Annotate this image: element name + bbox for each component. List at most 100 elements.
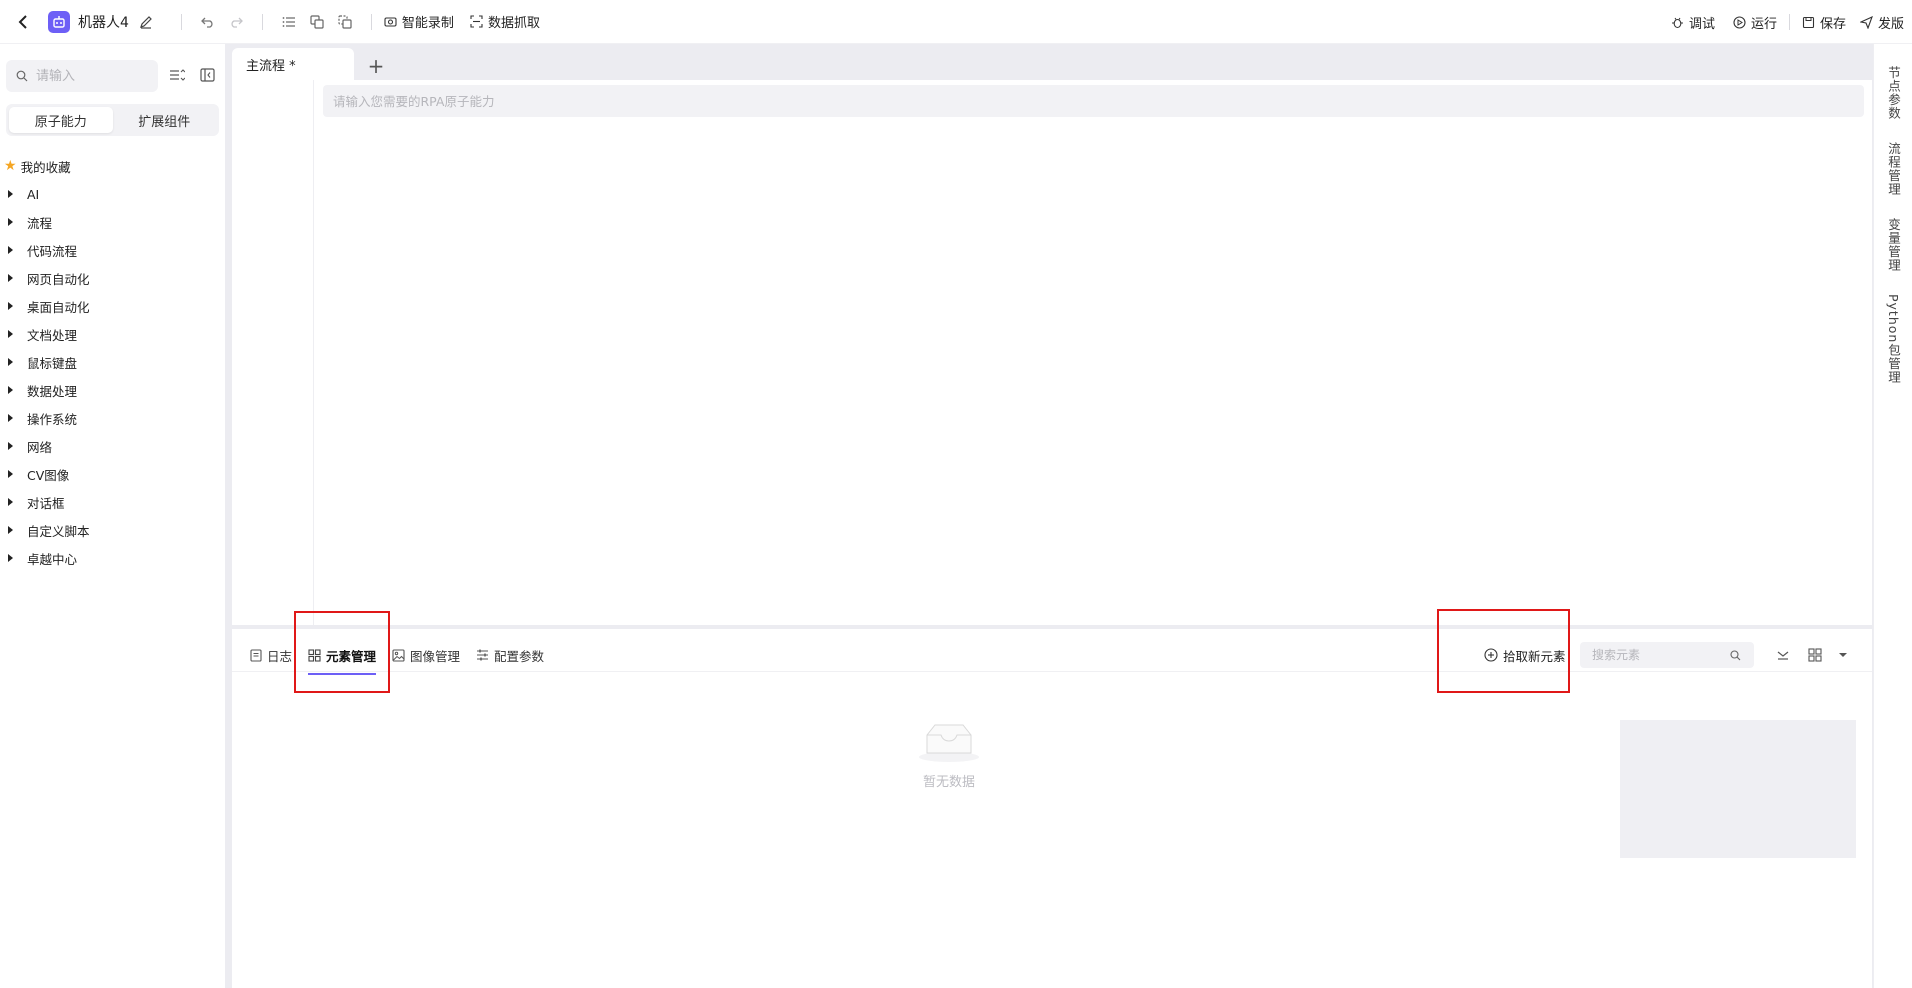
tree-item-label: 网页自动化 (27, 271, 90, 287)
tree-item[interactable]: 流程 (0, 208, 225, 236)
tree-item[interactable]: 卓越中心 (0, 544, 225, 572)
atom-tree: ★ 我的收藏 AI 流程 代码流程 网页自动化 桌面自动化 文档处理 鼠标键盘 … (0, 152, 225, 572)
copy-icon[interactable] (303, 8, 331, 36)
highlight-pick-button (1437, 609, 1570, 693)
empty-state-text: 暂无数据 (922, 775, 975, 790)
tree-item[interactable]: 网页自动化 (0, 264, 225, 292)
tree-item[interactable]: 自定义脚本 (0, 516, 225, 544)
atom-sidebar: 原子能力 扩展组件 ★ 我的收藏 AI 流程 代码流程 网页自动化 桌面自动化 … (0, 44, 225, 988)
debug-button[interactable]: 调试 (1671, 13, 1715, 32)
segment-extension[interactable]: 扩展组件 (113, 107, 217, 133)
caret-right-icon (8, 190, 13, 198)
caret-right-icon (8, 554, 13, 562)
run-label: 运行 (1750, 16, 1777, 32)
caret-right-icon (8, 274, 13, 282)
tab-config-params[interactable]: 配置参数 (476, 639, 544, 671)
favorites-item[interactable]: ★ 我的收藏 (0, 152, 225, 180)
collapse-sidebar-icon[interactable] (196, 64, 218, 86)
robot-avatar-icon (48, 10, 70, 33)
line-number-gutter (232, 80, 314, 625)
empty-state: 暂无数据 (894, 719, 1004, 790)
caret-right-icon (8, 498, 13, 506)
rail-python-packages[interactable]: Python包管理 (1874, 294, 1912, 384)
back-arrow-icon[interactable] (12, 10, 36, 34)
element-search[interactable] (1580, 642, 1754, 668)
tab-log[interactable]: 日志 (250, 639, 292, 671)
tree-item[interactable]: 桌面自动化 (0, 292, 225, 320)
tab-main-flow[interactable]: 主流程 * (232, 48, 354, 80)
rail-flow-management[interactable]: 流程管理 (1874, 142, 1912, 196)
sidebar-search-input[interactable] (34, 67, 144, 85)
element-search-input[interactable] (1590, 647, 1730, 663)
top-bar: 机器人4 智能录制 数据抓取 调试 运行 保存 发版 (0, 0, 1912, 44)
tree-item[interactable]: 文档处理 (0, 320, 225, 348)
save-icon (1802, 16, 1815, 28)
tree-item[interactable]: 操作系统 (0, 404, 225, 432)
tree-item-label: 桌面自动化 (27, 299, 90, 315)
tree-item[interactable]: 网络 (0, 432, 225, 460)
search-icon (1730, 649, 1741, 660)
tree-item-label: CV图像 (27, 467, 70, 483)
segment-atom[interactable]: 原子能力 (9, 107, 113, 133)
robot-name: 机器人4 (78, 14, 129, 31)
tab-log-label: 日志 (267, 648, 293, 664)
element-preview-area (1620, 720, 1856, 858)
run-button[interactable]: 运行 (1733, 13, 1777, 32)
flow-tab-bar: 主流程 * + (232, 48, 390, 80)
divider (261, 13, 263, 30)
tree-item[interactable]: 鼠标键盘 (0, 348, 225, 376)
data-scrape-button[interactable]: 数据抓取 (470, 12, 540, 31)
caret-down-icon[interactable] (1832, 644, 1854, 666)
tree-item[interactable]: 对话框 (0, 488, 225, 516)
smart-record-button[interactable]: 智能录制 (384, 12, 454, 31)
top-bar-left: 机器人4 智能录制 数据抓取 (0, 0, 540, 43)
star-icon: ★ (4, 158, 17, 174)
right-rail: 节点参数 流程管理 变量管理 Python包管理 (1873, 44, 1912, 988)
flow-canvas[interactable] (232, 80, 1872, 625)
bottom-tabs-divider (232, 671, 1872, 672)
sidebar-search[interactable] (6, 60, 158, 92)
caret-right-icon (8, 358, 13, 366)
caret-right-icon (8, 442, 13, 450)
favorites-label: 我的收藏 (20, 159, 71, 175)
camera-icon (384, 17, 397, 27)
save-button[interactable]: 保存 (1802, 13, 1846, 32)
tree-item[interactable]: 数据处理 (0, 376, 225, 404)
tree-item-label: 自定义脚本 (27, 523, 90, 539)
publish-label: 发版 (1877, 16, 1904, 32)
divider (180, 13, 182, 30)
tree-item-label: 数据处理 (27, 383, 78, 399)
tree-item-label: 对话框 (27, 495, 65, 511)
tree-item[interactable]: 代码流程 (0, 236, 225, 264)
atom-search-input[interactable] (323, 85, 1864, 117)
scan-icon (470, 15, 483, 28)
tree-item-label: AI (27, 186, 40, 202)
top-bar-right: 调试 运行 保存 发版 (1653, 0, 1904, 44)
tree-item-label: 网络 (27, 439, 53, 455)
edit-name-icon[interactable] (139, 15, 153, 29)
caret-right-icon (8, 386, 13, 394)
minimize-panel-icon[interactable] (1772, 644, 1794, 666)
undo-icon[interactable] (194, 8, 222, 36)
add-tab-button[interactable]: + (362, 52, 390, 80)
tab-image-management[interactable]: 图像管理 (392, 639, 460, 671)
search-icon (16, 70, 28, 82)
image-icon (392, 648, 405, 662)
tree-item[interactable]: CV图像 (0, 460, 225, 488)
debug-label: 调试 (1688, 16, 1715, 32)
rail-node-params[interactable]: 节点参数 (1874, 66, 1912, 120)
tree-item[interactable]: AI (0, 180, 225, 208)
layout-grid-icon[interactable] (1804, 644, 1826, 666)
smart-record-label: 智能录制 (401, 16, 454, 31)
rail-node-params-label: 节点参数 (1886, 66, 1901, 120)
caret-right-icon (8, 302, 13, 310)
collapse-tree-icon[interactable] (166, 64, 188, 86)
publish-button[interactable]: 发版 (1859, 13, 1904, 32)
caret-right-icon (8, 330, 13, 338)
rail-python-packages-label: Python包管理 (1886, 294, 1901, 384)
rail-variable-management[interactable]: 变量管理 (1874, 218, 1912, 272)
redo-icon[interactable] (222, 8, 250, 36)
paste-icon[interactable] (331, 8, 359, 36)
list-icon[interactable] (275, 8, 303, 36)
log-icon (250, 648, 262, 662)
